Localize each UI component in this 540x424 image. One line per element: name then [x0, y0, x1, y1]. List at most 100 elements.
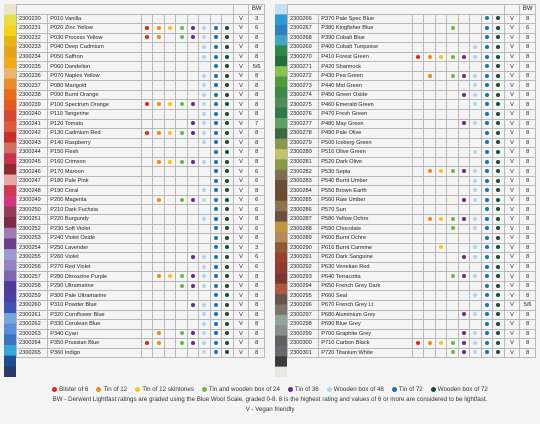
availability-dot	[202, 44, 207, 49]
pencil-swatch	[275, 97, 287, 109]
availability-cell	[221, 271, 234, 282]
vegan-flag: V	[503, 185, 521, 196]
availability-cell	[492, 51, 505, 63]
product-code: 2300298	[286, 319, 320, 330]
availability-dot	[496, 159, 501, 164]
availability-cell	[457, 214, 471, 225]
availability-cell	[209, 185, 223, 196]
pencil-swatch	[4, 4, 16, 16]
availability-dot	[213, 130, 218, 135]
availability-cell	[209, 13, 223, 25]
vegan-flag: V	[503, 32, 521, 44]
color-name: P030 Process Yellow	[47, 32, 142, 44]
availability-cell	[492, 32, 505, 44]
availability-cell	[423, 61, 436, 72]
color-row: 2300247 P180 Pale Pink V 6	[15, 175, 265, 187]
color-name: P340 Cyan	[47, 328, 142, 340]
availability-cell	[434, 128, 448, 139]
color-row: 2300294 P650 French Grey Dark V 8	[286, 280, 536, 292]
availability-cell	[446, 185, 459, 196]
color-name: P100 Spectrum Orange	[47, 99, 142, 110]
bw-rating: 8	[248, 32, 265, 44]
availability-cell	[163, 109, 177, 120]
availability-cell	[423, 51, 436, 63]
availability-cell	[411, 280, 425, 292]
color-row: 2300257 P280 Dioxazine Purple V 8	[15, 271, 265, 282]
legend-label: Tin and wooden box of 24	[208, 386, 280, 393]
availability-dot	[202, 83, 207, 88]
color-name: P470 Fresh Green	[318, 109, 413, 120]
product-code: 2300283	[286, 175, 320, 187]
vegan-flag: V	[232, 271, 250, 282]
pencil-swatch	[4, 302, 16, 314]
availability-cell	[140, 309, 154, 321]
vegan-flag: V	[232, 80, 250, 91]
color-row: 2300273 P440 Mid Green V 8	[286, 80, 536, 91]
availability-cell	[198, 156, 211, 168]
pencil-swatch	[4, 14, 16, 26]
availability-cell	[492, 242, 505, 254]
color-name: P490 Pale Olive	[318, 128, 413, 139]
pencil-swatch	[275, 45, 287, 57]
color-row: 2300292 P630 Venetian Red V 8	[286, 261, 536, 273]
availability-dot	[225, 340, 230, 345]
availability-cell	[186, 137, 200, 149]
product-code: 2300241	[15, 118, 49, 130]
product-code: 2300252	[15, 223, 49, 235]
vegan-flag: V	[232, 261, 250, 273]
availability-cell	[175, 80, 188, 91]
availability-cell	[411, 261, 425, 273]
vegan-flag: V	[232, 319, 250, 330]
availability-dot	[496, 149, 501, 154]
pencil-swatch	[4, 78, 16, 90]
availability-cell	[186, 242, 200, 254]
availability-cell	[175, 233, 188, 244]
vegan-flag: V	[232, 223, 250, 235]
availability-dot	[191, 35, 196, 40]
availability-cell	[434, 319, 448, 330]
availability-dot	[484, 264, 489, 269]
bw-rating: 8	[519, 290, 536, 301]
bw-rating: 8	[519, 156, 536, 168]
availability-cell	[198, 309, 211, 321]
availability-cell	[221, 261, 234, 273]
availability-cell	[492, 223, 505, 235]
availability-cell	[411, 194, 425, 206]
bw-rating: 3	[248, 13, 265, 25]
pencil-swatch	[275, 4, 287, 15]
availability-cell	[198, 13, 211, 25]
availability-cell	[186, 175, 200, 187]
availability-cell	[492, 61, 505, 72]
availability-cell	[163, 51, 177, 63]
product-code: 2300281	[286, 156, 320, 168]
availability-cell	[209, 61, 223, 72]
bw-rating: 8	[248, 80, 265, 91]
color-row: 2300264 P350 Prussian Blue V 8	[15, 338, 265, 349]
availability-cell	[175, 280, 188, 292]
availability-cell	[221, 233, 234, 244]
color-name: P330 Cerulean Blue	[47, 319, 142, 330]
availability-dot	[496, 283, 501, 288]
availability-cell	[209, 319, 223, 330]
product-code: 2300264	[15, 338, 49, 349]
product-code: 2300265	[15, 347, 49, 359]
availability-dot	[225, 274, 230, 279]
pencil-swatch-strip-right	[275, 4, 287, 377]
availability-cell	[163, 128, 177, 139]
color-name: P580 Yellow Ochre	[318, 214, 413, 225]
availability-cell	[140, 338, 154, 349]
availability-cell	[423, 118, 436, 130]
availability-cell	[411, 299, 425, 311]
availability-cell	[446, 271, 459, 282]
availability-dot	[179, 25, 184, 30]
product-code: 2300274	[286, 89, 320, 101]
availability-dot	[225, 121, 230, 126]
availability-dot	[450, 274, 455, 279]
legend-item: Wooden box of 72	[430, 386, 488, 393]
availability-cell	[480, 233, 494, 244]
product-code: 2300247	[15, 175, 49, 187]
color-name: P300 Pale Ultramarine	[47, 290, 142, 301]
product-code: 2300244	[15, 147, 49, 158]
availability-cell	[186, 194, 200, 206]
color-row: 2300267 P380 Kingfisher Blue V 6	[286, 23, 536, 34]
